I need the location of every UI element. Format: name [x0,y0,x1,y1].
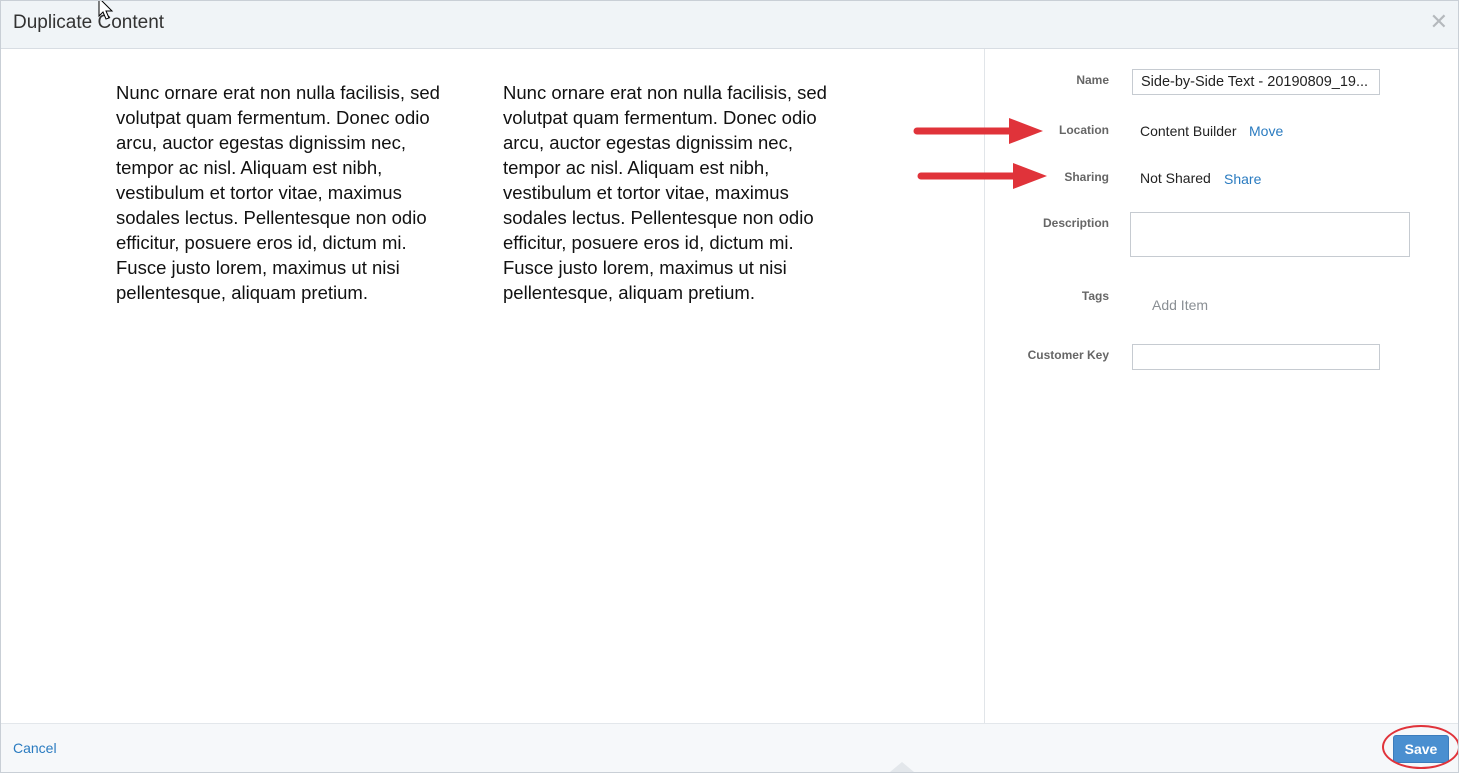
save-button[interactable]: Save [1393,735,1449,763]
close-icon[interactable]: ✕ [1430,11,1448,33]
customer-key-field[interactable] [1132,344,1380,370]
dialog-title: Duplicate Content [13,12,165,33]
name-field[interactable]: Side-by-Side Text - 20190809_19... [1132,69,1380,95]
content-preview: Nunc ornare erat non nulla facilisis, se… [1,49,985,725]
location-value: Content Builder [1140,123,1237,139]
name-label: Name [1076,73,1109,87]
dialog-footer: Cancel Save [1,723,1458,772]
share-link[interactable]: Share [1224,171,1261,187]
description-field[interactable] [1130,212,1410,257]
mouse-cursor-icon [98,1,114,20]
properties-panel: Name Side-by-Side Text - 20190809_19... … [985,49,1458,725]
footer-notch [890,762,914,772]
preview-text-left: Nunc ornare erat non nulla facilisis, se… [116,82,440,303]
annotation-arrow-sharing [917,163,1047,189]
sharing-value: Not Shared [1140,170,1211,186]
duplicate-content-dialog: Duplicate Content ✕ Nunc ornare erat non… [0,0,1459,773]
customer-key-label: Customer Key [1027,348,1109,362]
dialog-header: Duplicate Content ✕ [1,1,1458,49]
annotation-arrow-location [913,118,1043,144]
preview-text-right: Nunc ornare erat non nulla facilisis, se… [503,82,827,303]
tags-label: Tags [1081,289,1109,303]
move-link[interactable]: Move [1249,123,1283,139]
description-label: Description [1042,216,1109,230]
add-tag-item[interactable]: Add Item [1152,297,1208,313]
cancel-button[interactable]: Cancel [13,740,57,756]
